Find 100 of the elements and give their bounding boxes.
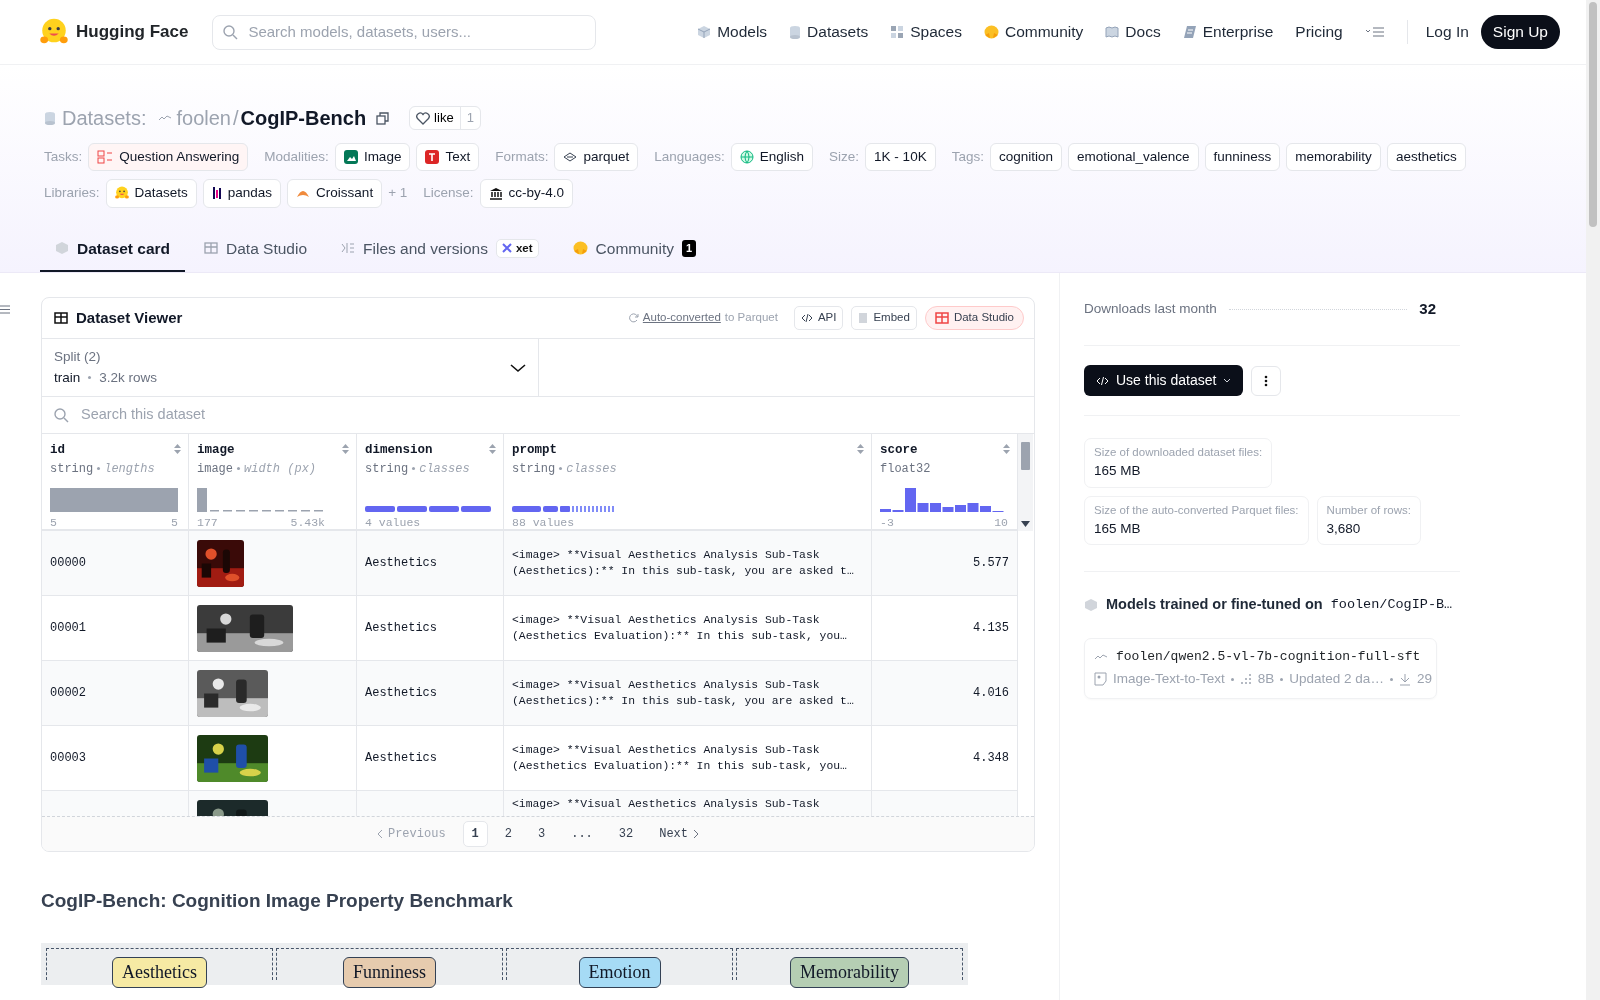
nav-link[interactable]: Spaces — [890, 20, 962, 44]
building-icon — [488, 186, 503, 200]
table-cell-text: 5.577 — [973, 555, 1009, 572]
tag-chip[interactable]: cc-by-4.0 — [479, 179, 574, 208]
tab[interactable]: Community 1 — [557, 227, 712, 272]
text-icon — [425, 150, 440, 165]
page-button[interactable]: 32 — [609, 821, 643, 847]
nav-link[interactable]: Docs — [1105, 20, 1161, 44]
tag-chip[interactable]: 1K - 10K — [865, 143, 936, 172]
next-button[interactable]: Next — [650, 821, 708, 847]
search-bar[interactable]: Search models, datasets, users... — [212, 14, 597, 50]
info-value: 3,680 — [1326, 519, 1362, 538]
grid-icon — [890, 25, 905, 39]
column-type: string — [365, 460, 409, 478]
column-type: string — [50, 460, 94, 478]
filter-label: Languages: — [654, 148, 725, 166]
tag-chip[interactable]: parquet — [554, 143, 639, 172]
tag-chip[interactable]: aesthetics — [1386, 143, 1466, 172]
page-button[interactable]: 1 — [462, 821, 488, 847]
tag-chip[interactable]: Datasets — [105, 179, 197, 208]
row-count: 3.2k rows — [99, 368, 158, 387]
copy-icon — [376, 111, 390, 125]
signup-button[interactable]: Sign Up — [1480, 15, 1560, 49]
table-scrollbar[interactable] — [1018, 434, 1033, 531]
cube-icon — [55, 241, 69, 256]
info-label: Number of rows: — [1326, 502, 1411, 518]
tag-chip[interactable]: Text — [416, 143, 480, 172]
login-link[interactable]: Log In — [1425, 20, 1469, 44]
tag-chip[interactable]: English — [730, 143, 814, 172]
more-button[interactable] — [1251, 365, 1282, 396]
tag-chip[interactable]: memorability — [1286, 143, 1381, 172]
info-value: 165 MB — [1094, 462, 1142, 481]
database-icon — [44, 111, 56, 125]
nav-link[interactable]: Models — [697, 20, 768, 44]
separator-dot — [559, 467, 563, 471]
layers-icon — [563, 152, 578, 163]
tag-chip[interactable]: emotional_valence — [1067, 143, 1199, 172]
separator-dot — [1389, 677, 1393, 681]
nav-link[interactable]: Pricing — [1295, 20, 1343, 44]
page-button[interactable]: 2 — [495, 821, 521, 847]
filter-label: Tasks: — [44, 148, 83, 166]
tab[interactable]: Files and versions xet — [326, 227, 554, 272]
sort-button[interactable] — [856, 442, 865, 456]
tag-chip[interactable]: funniness — [1204, 143, 1281, 172]
models-heading: Models trained or fine-tuned on — [1106, 595, 1323, 614]
chevron-down-icon — [510, 362, 526, 373]
sort-button[interactable] — [341, 442, 350, 456]
hands-icon — [114, 186, 129, 201]
column-name: dimension — [365, 442, 433, 459]
sort-button[interactable] — [1002, 442, 1011, 456]
copy-button[interactable] — [376, 111, 390, 125]
updated-time: Updated 2 da… — [1289, 670, 1384, 689]
column-stat: classes — [419, 460, 470, 478]
sidebar-toggle[interactable] — [0, 305, 10, 314]
sort-button[interactable] — [173, 442, 182, 456]
figure-label: Memorability — [790, 956, 909, 988]
sort-button[interactable] — [488, 442, 497, 456]
menu-icon — [0, 305, 10, 314]
nav-link[interactable]: Community — [983, 20, 1084, 44]
tag-chip[interactable]: pandas — [202, 179, 282, 208]
info-label: Size of the auto-converted Parquet files: — [1094, 502, 1299, 518]
scroll-thumb[interactable] — [1021, 442, 1030, 470]
refresh-icon — [628, 313, 639, 323]
page-button[interactable]: 3 — [529, 821, 555, 847]
category-label: Datasets: — [62, 106, 147, 131]
image-icon — [343, 150, 358, 165]
column-type: float32 — [880, 460, 931, 478]
code-icon — [1096, 375, 1109, 386]
tag-chip[interactable]: cognition — [989, 143, 1062, 172]
separator-dot — [88, 376, 92, 380]
downloads-label: Downloads last month — [1084, 299, 1217, 318]
sort-icon — [488, 442, 497, 456]
auto-converted-link[interactable]: Auto-converted — [642, 309, 721, 327]
page-scrollbar[interactable] — [1586, 0, 1600, 1000]
tab[interactable]: Dataset card — [40, 227, 186, 272]
table-cell-text: <image> **Visual Aesthetics Analysis Sub-Task (Aesthetics Evaluation):** In this sub-task, you… — [512, 613, 848, 644]
document-icon — [858, 312, 869, 324]
table-icon — [54, 312, 68, 324]
menu-button[interactable] — [1364, 26, 1385, 38]
repo-name: foolen/CogIP-B… — [1330, 595, 1453, 614]
model-card[interactable]: foolen/qwen2.5-vl-7b-cognition-full-sft Image-Text-to-Text 8B Updated 2 da… 29 — [1084, 637, 1437, 699]
studio-button[interactable]: Data Studio — [924, 306, 1024, 330]
min-label: 177 — [197, 514, 218, 531]
nav-link[interactable]: Datasets — [789, 20, 869, 44]
arrow-down-icon[interactable] — [1021, 521, 1030, 527]
api-button[interactable]: API — [793, 306, 844, 330]
tag-chip[interactable]: Question Answering — [88, 143, 249, 172]
tag-chip[interactable]: Croissant — [287, 179, 383, 208]
nav-link[interactable]: Enterprise — [1182, 20, 1274, 44]
search-field[interactable]: Search models, datasets, users... — [246, 19, 586, 45]
use-dataset-button[interactable]: Use this dataset — [1084, 365, 1244, 396]
like-button[interactable]: like — [410, 107, 460, 129]
embed-button[interactable]: Embed — [851, 306, 917, 330]
tag-chip[interactable]: Image — [334, 143, 411, 172]
logo-text[interactable]: Hugging Face — [76, 19, 189, 45]
table-cell-text: 4.016 — [973, 685, 1009, 702]
tab[interactable]: Data Studio — [189, 227, 323, 272]
info-label: Size of downloaded dataset files: — [1094, 445, 1263, 460]
column-stat: classes — [566, 460, 617, 478]
column-stat: width (px) — [244, 460, 317, 478]
